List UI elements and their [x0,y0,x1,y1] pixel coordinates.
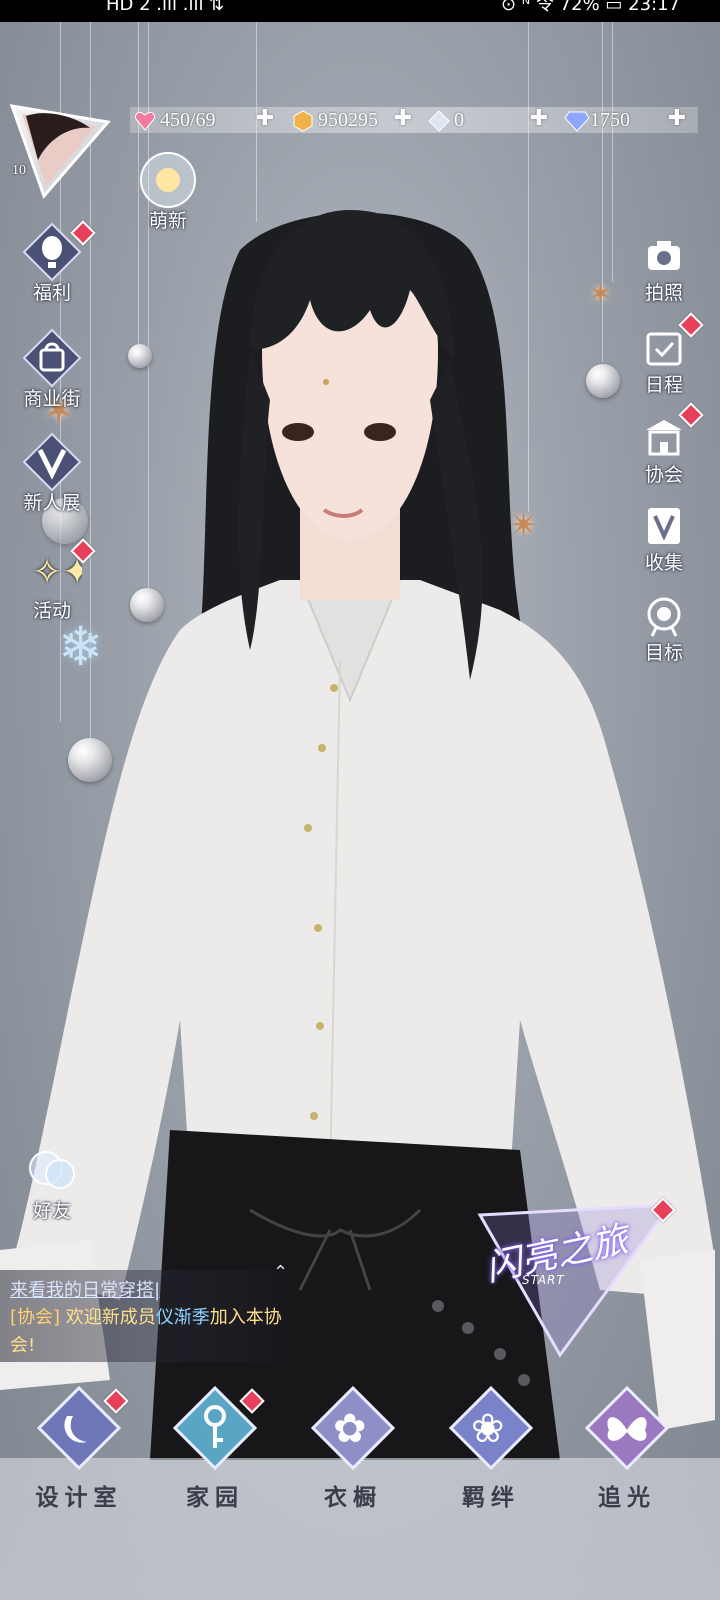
chat-message-1: 来看我的日常穿搭| [10,1280,161,1301]
schedule-label: 日程 [644,374,683,396]
welfare-button[interactable]: 福利 [12,220,96,305]
svg-text:✧✦: ✧✦ [32,552,82,593]
add-crystal-button[interactable]: ✚ [528,108,550,130]
friends-button[interactable]: 好友 [12,1140,92,1223]
add-stamina-button[interactable]: ✚ [254,108,276,130]
clover-gem-icon: ❀ [448,1385,534,1471]
nav-wardrobe-label: 衣橱 [324,1484,382,1511]
events-label: 活动 [32,600,71,622]
svg-text:✿: ✿ [333,1406,367,1452]
nav-chase-light[interactable]: 追光 [572,1385,682,1512]
flower-gem-icon: ✿ [310,1385,396,1471]
stars-icon: ✧✦ [22,538,96,600]
member-name[interactable]: 仪渐季 [156,1307,210,1328]
collection-label: 收集 [644,552,683,574]
heart-gem-icon [134,110,156,132]
chat-message-2: [协会] 欢迎新成员仪渐季加入本协会! [10,1304,300,1360]
nav-wardrobe[interactable]: ✿ 衣橱 [298,1385,408,1512]
nav-bonds-label: 羁绊 [462,1484,520,1511]
v-collection-icon [642,504,686,548]
stamina-value: 450/69 [160,109,216,131]
diamond-icon [564,110,590,133]
avatar-frame-icon [9,104,111,199]
nav-bonds[interactable]: ❀ 羁绊 [436,1385,546,1512]
white-crystal-icon [428,110,450,133]
goal-button[interactable]: 目标 [634,594,694,665]
resource-gold: 950295 [292,106,378,134]
diamond-value: 1750 [590,109,630,131]
nav-home-label: 家园 [186,1484,244,1511]
status-left: HD 2 .ıll .ıll ⇅ [106,0,225,15]
collection-button[interactable]: 收集 [634,504,694,575]
resource-stamina: 450/69 [134,106,216,134]
newbie-label: 萌新 [148,210,187,232]
nav-design-studio[interactable]: 设计室 [24,1385,134,1512]
shining-journey-banner[interactable]: 闪亮之旅 START [470,1195,680,1365]
bubble-icon [138,150,198,210]
nav-design-label: 设计室 [35,1484,123,1511]
nav-chase-label: 追光 [598,1484,656,1511]
commercial-street-button[interactable]: 商业街 [12,328,92,411]
commercial-street-label: 商业街 [23,388,81,410]
newcomer-exhibit-button[interactable]: 新人展 [12,432,92,515]
key-icon [172,1385,265,1471]
player-level: 10 [12,163,26,178]
chat-text-pre: 欢迎新成员 [65,1307,156,1328]
goal-label: 目标 [644,642,683,664]
hot-air-balloon-icon [22,220,96,282]
add-gold-button[interactable]: ✚ [392,108,414,130]
photo-label: 拍照 [644,282,683,304]
newbie-bubble[interactable]: 萌新 [128,150,208,233]
moon-pen-icon [36,1385,129,1471]
resource-diamond: 1750 [564,106,630,134]
system-status-bar: HD 2 .ıll .ıll ⇅ ⊙ ᴺ 令 72% ▭ 23:17 [0,0,720,22]
banner-subtitle: START [522,1273,565,1287]
welfare-label: 福利 [32,282,71,304]
svg-text:❀: ❀ [471,1406,505,1452]
shopping-bag-icon [22,328,82,388]
newcomer-exhibit-label: 新人展 [23,492,81,514]
calendar-check-icon [642,312,704,370]
nav-home[interactable]: 家园 [160,1385,270,1512]
guild-tag: [协会] [10,1307,61,1328]
camera-icon [642,234,686,278]
resource-crystal: 0 [428,106,464,134]
butterfly-icon [584,1385,670,1471]
status-right: ⊙ ᴺ 令 72% ▭ 23:17 [500,0,680,15]
guild-label: 协会 [644,464,683,486]
add-diamond-button[interactable]: ✚ [666,108,688,130]
guild-button[interactable]: 协会 [634,402,704,487]
chat-panel[interactable]: ⌃ 来看我的日常穿搭| [协会] 欢迎新成员仪渐季加入本协会! [0,1262,300,1362]
player-avatar[interactable] [8,100,112,200]
friends-label: 好友 [32,1200,71,1222]
friends-bubble-icon [22,1140,82,1200]
crystal-value: 0 [454,109,464,131]
gold-coin-icon [292,110,314,132]
events-button[interactable]: ✧✦ 活动 [12,538,96,623]
v-crown-icon [22,432,82,492]
schedule-button[interactable]: 日程 [634,312,704,397]
photo-button[interactable]: 拍照 [634,234,694,305]
target-badge-icon [642,594,686,638]
chevron-up-icon[interactable]: ⌃ [273,1262,288,1283]
gold-value: 950295 [318,109,378,131]
guild-building-icon [642,402,704,460]
